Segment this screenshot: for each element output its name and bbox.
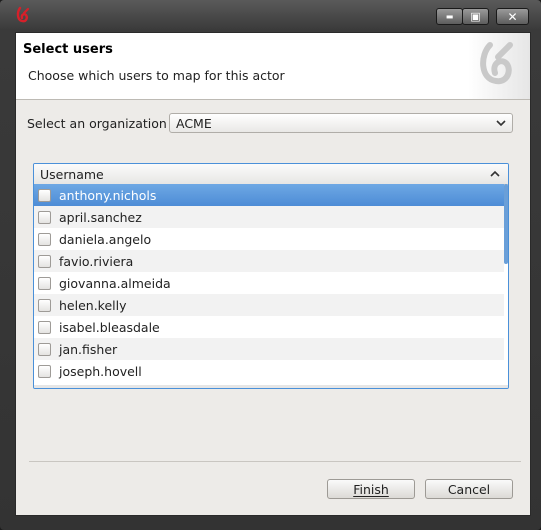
cancel-button-label: Cancel	[447, 481, 491, 497]
username-cell: april.sanchez	[59, 209, 142, 225]
chevron-down-icon	[496, 120, 506, 127]
horizontal-scrollbar[interactable]	[34, 385, 508, 388]
row-checkbox[interactable]	[38, 210, 51, 224]
table-row[interactable]: joseph.hovell	[34, 360, 504, 382]
table-row[interactable]: anthony.nichols	[34, 184, 504, 206]
username-cell: anthony.nichols	[59, 187, 157, 203]
divider	[29, 461, 521, 462]
users-table[interactable]: Username anthony.nichols april.sanchez dan…	[33, 163, 509, 389]
username-cell: daniela.angelo	[59, 231, 152, 247]
finish-button[interactable]: Finish	[327, 479, 415, 499]
table-row[interactable]: favio.riviera	[34, 250, 504, 272]
username-cell: joseph.hovell	[59, 363, 142, 379]
row-checkbox[interactable]	[38, 276, 51, 290]
column-header-label: Username	[40, 167, 104, 182]
organization-label: Select an organization	[27, 116, 167, 131]
cancel-button[interactable]: Cancel	[425, 479, 513, 499]
finish-button-label: Finish	[353, 481, 389, 497]
users-list: anthony.nichols april.sanchez daniela.ange…	[34, 184, 504, 382]
bonita-logo-icon	[16, 6, 30, 23]
table-row[interactable]: helen.kelly	[34, 294, 504, 316]
page-description: Choose which users to map for this actor	[28, 68, 285, 83]
vertical-scrollbar[interactable]	[504, 184, 508, 264]
page-title: Select users	[23, 42, 113, 57]
close-button[interactable]: ✕	[496, 8, 529, 25]
bonita-logo-icon	[480, 42, 513, 85]
close-icon: ✕	[507, 9, 518, 24]
row-checkbox[interactable]	[38, 232, 51, 246]
username-cell: jan.fisher	[59, 341, 118, 357]
row-checkbox[interactable]	[38, 254, 51, 268]
row-checkbox[interactable]	[38, 342, 51, 356]
row-checkbox[interactable]	[38, 364, 51, 378]
table-row[interactable]: jan.fisher	[34, 338, 504, 360]
maximize-button[interactable]: ▣	[462, 8, 489, 25]
username-cell: helen.kelly	[59, 297, 127, 313]
sort-ascending-icon	[490, 170, 500, 177]
row-checkbox[interactable]	[38, 298, 51, 312]
row-checkbox[interactable]	[38, 320, 51, 334]
organization-select[interactable]: ACME	[169, 113, 513, 133]
row-checkbox[interactable]	[38, 188, 51, 202]
table-row[interactable]: daniela.angelo	[34, 228, 504, 250]
organization-selected-value: ACME	[176, 116, 212, 131]
table-row[interactable]: isabel.bleasdale	[34, 316, 504, 338]
table-row[interactable]: april.sanchez	[34, 206, 504, 228]
maximize-icon: ▣	[470, 10, 481, 23]
header-logo	[468, 33, 530, 99]
minimize-icon: ▬	[445, 12, 454, 21]
dialog-body: Select users Choose which users to map f…	[15, 32, 531, 516]
table-row[interactable]: giovanna.almeida	[34, 272, 504, 294]
username-cell: favio.riviera	[59, 253, 134, 269]
dialog-window: ▬ ▣ ✕ Select users Choose which users to…	[0, 0, 541, 530]
minimize-button[interactable]: ▬	[436, 8, 463, 25]
username-cell: giovanna.almeida	[59, 275, 171, 291]
wizard-header: Select users Choose which users to map f…	[16, 33, 530, 100]
titlebar[interactable]: ▬ ▣ ✕	[0, 0, 541, 30]
username-cell: isabel.bleasdale	[59, 319, 160, 335]
column-header-username[interactable]: Username	[34, 164, 508, 185]
